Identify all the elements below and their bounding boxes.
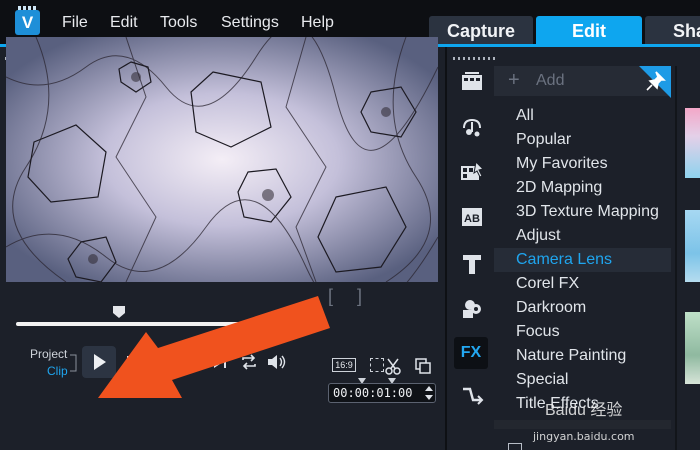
category-corel-fx[interactable]: Corel FX — [516, 272, 671, 296]
category-adjust[interactable]: Adjust — [516, 224, 671, 248]
previous-frame-icon[interactable] — [155, 354, 171, 370]
svg-text:AB: AB — [464, 213, 480, 225]
mark-in-icon[interactable]: [ — [328, 286, 333, 307]
add-label[interactable]: Add — [536, 72, 564, 90]
watermark-logo: Baidu 经验 — [545, 402, 623, 419]
video-editor-window: V File Edit Tools Settings Help Capture … — [0, 0, 700, 450]
fx-icon: FX — [460, 344, 482, 361]
timecode-field[interactable]: 00:00:01:00 — [328, 383, 436, 403]
menu-edit[interactable]: Edit — [110, 14, 138, 32]
effect-thumbnail[interactable] — [685, 108, 700, 178]
category-my-favorites[interactable]: My Favorites — [516, 152, 671, 176]
tab-edit[interactable]: Edit — [536, 16, 642, 46]
volume-icon[interactable] — [266, 353, 288, 371]
scrubber-track[interactable] — [16, 322, 303, 326]
tab-share[interactable]: Sha — [645, 16, 700, 46]
go-to-start-icon[interactable] — [125, 354, 141, 370]
crop-icon[interactable] — [370, 358, 384, 372]
repeat-icon[interactable] — [239, 353, 259, 371]
project-mode-label[interactable]: Project — [30, 347, 67, 361]
graphics-icon[interactable]: AB — [460, 205, 484, 229]
path-icon[interactable] — [460, 384, 484, 408]
category-focus[interactable]: Focus — [516, 320, 671, 344]
category-list-scrollbar[interactable] — [494, 420, 671, 429]
title-icon[interactable] — [460, 252, 484, 276]
transition-icon[interactable] — [460, 160, 484, 184]
category-all[interactable]: All — [516, 104, 671, 128]
mode-connector — [70, 354, 77, 372]
category-2d-mapping[interactable]: 2D Mapping — [516, 176, 671, 200]
category-popular[interactable]: Popular — [516, 128, 671, 152]
watermark-url: jingyan.baidu.com — [533, 430, 635, 443]
overlay-icon[interactable] — [460, 296, 484, 320]
mark-out-icon[interactable]: ] — [357, 286, 362, 307]
menu-settings[interactable]: Settings — [221, 14, 279, 32]
go-to-end-icon[interactable] — [212, 354, 228, 370]
scissors-icon[interactable] — [384, 357, 402, 375]
category-darkroom[interactable]: Darkroom — [516, 296, 671, 320]
clip-mode-label[interactable]: Clip — [47, 364, 68, 378]
tab-capture[interactable]: Capture — [429, 16, 533, 46]
preview-window[interactable] — [6, 37, 438, 282]
effect-thumbnail[interactable] — [685, 312, 700, 384]
folder-icon[interactable] — [508, 443, 522, 450]
timecode-value: 00:00:01:00 — [333, 386, 413, 400]
media-icon[interactable] — [460, 70, 484, 94]
effects-category-list: All Popular My Favorites 2D Mapping 3D T… — [494, 104, 671, 414]
add-icon[interactable]: + — [508, 69, 520, 92]
category-nature-painting[interactable]: Nature Painting — [516, 344, 671, 368]
category-3d-texture-mapping[interactable]: 3D Texture Mapping — [516, 200, 671, 224]
fx-filter-button[interactable]: FX — [454, 337, 488, 369]
category-camera-lens[interactable]: Camera Lens — [494, 248, 671, 272]
timecode-stepper-icon[interactable] — [424, 385, 434, 401]
next-frame-icon[interactable] — [182, 354, 198, 370]
enlarge-preview-icon[interactable] — [414, 357, 432, 375]
scrubber-handle[interactable] — [112, 305, 126, 319]
audio-icon[interactable] — [460, 114, 484, 138]
aspect-ratio-button[interactable]: 16:9 — [332, 358, 356, 372]
menu-file[interactable]: File — [62, 14, 88, 32]
category-special[interactable]: Special — [516, 368, 671, 392]
app-logo-icon: V — [15, 6, 40, 35]
pin-icon[interactable] — [639, 66, 671, 98]
menu-help[interactable]: Help — [301, 14, 334, 32]
thumbnail-divider[interactable] — [675, 66, 677, 450]
library-panel-grip[interactable] — [453, 57, 497, 60]
play-icon — [94, 354, 106, 370]
kaleidoscope-preview-image — [6, 37, 438, 282]
effect-thumbnail[interactable] — [685, 210, 700, 282]
play-button[interactable] — [82, 346, 116, 378]
menu-tools[interactable]: Tools — [160, 14, 197, 32]
